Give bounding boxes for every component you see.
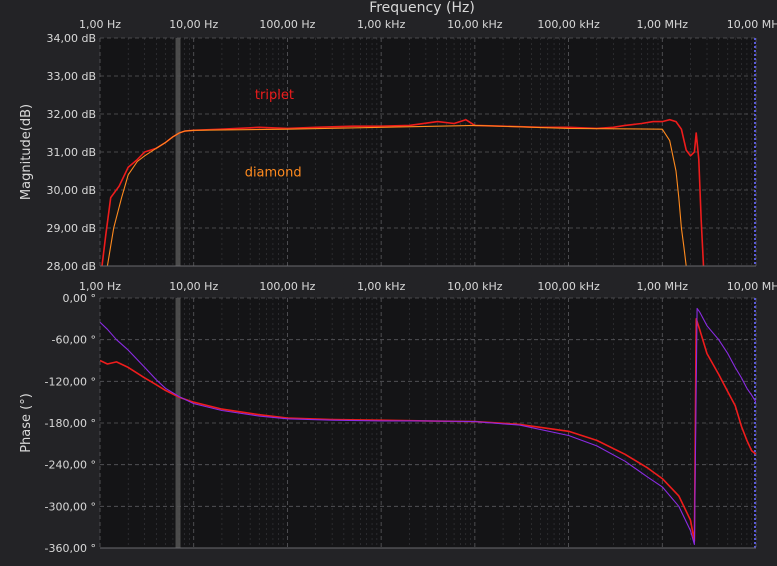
magnitude-y-tick-label: 34,00 dB <box>46 32 96 45</box>
magnitude-annotation-diamond: diamond <box>245 166 302 181</box>
phase-x-tick-label: 10,00 MHz <box>727 280 777 293</box>
phase-x-tick-label: 100,00 kHz <box>537 280 600 293</box>
phase-y-axis-label: Phase (°) <box>19 393 34 453</box>
frequency-axis-title: Frequency (Hz) <box>369 0 475 16</box>
magnitude-y-axis-label: Magnitude(dB) <box>19 104 34 200</box>
phase-x-tick-label: 100,00 Hz <box>259 280 315 293</box>
magnitude-y-tick-label: 30,00 dB <box>46 184 96 197</box>
magnitude-x-tick-label: 1,00 kHz <box>357 18 406 31</box>
phase-x-tick-label: 1,00 kHz <box>357 280 406 293</box>
phase-y-tick-label: -120,00 ° <box>45 375 96 388</box>
phase-x-tick-label: 1,00 MHz <box>637 280 689 293</box>
bode-chart: Frequency (Hz) 1,00 Hz 10,00 Hz 100,00 Hz 1… <box>19 0 777 555</box>
magnitude-plot[interactable]: 1,00 Hz 10,00 Hz 100,00 Hz 1,00 kHz 10,00 kH… <box>19 18 777 273</box>
phase-cursor-marker <box>175 298 181 548</box>
magnitude-y-tick-label: 28,00 dB <box>46 260 96 273</box>
phase-y-tick-label: -300,00 ° <box>45 500 96 513</box>
magnitude-y-tick-label: 31,00 dB <box>46 146 96 159</box>
magnitude-y-tick-label: 29,00 dB <box>46 222 96 235</box>
magnitude-x-tick-label: 10,00 Hz <box>169 18 218 31</box>
phase-x-tick-label: 10,00 Hz <box>169 280 218 293</box>
magnitude-annotation-triplet: triplet <box>255 88 294 103</box>
phase-x-tick-label: 10,00 kHz <box>447 280 503 293</box>
magnitude-x-tick-label: 1,00 Hz <box>79 18 121 31</box>
magnitude-cursor-marker <box>175 38 181 266</box>
magnitude-y-tick-label: 33,00 dB <box>46 70 96 83</box>
magnitude-y-tick-label: 32,00 dB <box>46 108 96 121</box>
magnitude-x-tick-label: 100,00 kHz <box>537 18 600 31</box>
bode-plot-window: Frequency (Hz) 1,00 Hz 10,00 Hz 100,00 Hz 1… <box>0 0 777 562</box>
phase-y-tick-label: -60,00 ° <box>52 334 96 347</box>
phase-plot[interactable]: 1,00 Hz 10,00 Hz 100,00 Hz 1,00 kHz 10,00 kH… <box>19 280 777 555</box>
magnitude-x-tick-label: 100,00 Hz <box>259 18 315 31</box>
phase-y-tick-label: -240,00 ° <box>45 459 96 472</box>
magnitude-x-tick-label: 1,00 MHz <box>637 18 689 31</box>
phase-y-tick-label: -360,00 ° <box>45 542 96 555</box>
phase-y-tick-label: -180,00 ° <box>45 417 96 430</box>
magnitude-x-tick-label: 10,00 MHz <box>727 18 777 31</box>
phase-y-tick-label: 0,00 ° <box>63 292 97 305</box>
magnitude-x-tick-label: 10,00 kHz <box>447 18 503 31</box>
